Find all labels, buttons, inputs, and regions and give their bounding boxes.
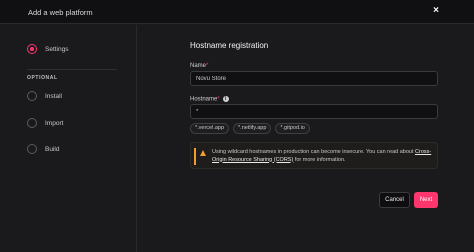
name-input[interactable]: [190, 71, 438, 86]
add-web-platform-modal: Add a web platform × Settings OPTIONAL I…: [0, 0, 474, 252]
step-indicator-icon: [27, 91, 37, 101]
step-indicator-icon: [27, 144, 37, 154]
step-label: Settings: [45, 45, 69, 53]
alert-text: Using wildcard hostnames in production c…: [212, 149, 432, 163]
divider: [27, 69, 117, 70]
step-label: Import: [45, 119, 64, 127]
suggestion-chip-vercel[interactable]: *.vercel.app: [190, 123, 230, 134]
wildcard-warning-alert: Using wildcard hostnames in production c…: [190, 142, 438, 169]
modal-title: Add a web platform: [28, 8, 93, 17]
optional-heading: OPTIONAL: [27, 75, 58, 81]
wizard-steps-sidebar: Settings OPTIONAL Install Import Build: [0, 25, 137, 252]
modal-header: Add a web platform ×: [0, 0, 474, 24]
alert-accent-bar: [194, 148, 196, 165]
hostname-input[interactable]: [190, 104, 438, 119]
suggestion-chip-gitpod[interactable]: *.gitpod.io: [275, 123, 310, 134]
step-install[interactable]: Install: [27, 90, 62, 102]
step-label: Build: [45, 145, 60, 153]
step-active-indicator-icon: [27, 44, 37, 54]
step-indicator-icon: [27, 118, 37, 128]
cancel-button[interactable]: Cancel: [379, 192, 410, 208]
hostname-field-label: Hostname* i: [190, 96, 229, 103]
step-build[interactable]: Build: [27, 143, 59, 155]
step-import[interactable]: Import: [27, 117, 63, 129]
section-title: Hostname registration: [190, 41, 269, 50]
hostname-suggestions: *.vercel.app *.netlify.app *.gitpod.io: [190, 123, 310, 134]
step-label: Install: [45, 92, 62, 100]
name-field-label: Name*: [190, 63, 209, 69]
info-icon[interactable]: i: [222, 96, 229, 102]
close-icon[interactable]: ×: [430, 5, 442, 17]
warning-icon: [200, 150, 206, 156]
next-button[interactable]: Next: [414, 192, 438, 208]
step-settings[interactable]: Settings: [27, 43, 69, 55]
suggestion-chip-netlify[interactable]: *.netlify.app: [233, 123, 272, 134]
